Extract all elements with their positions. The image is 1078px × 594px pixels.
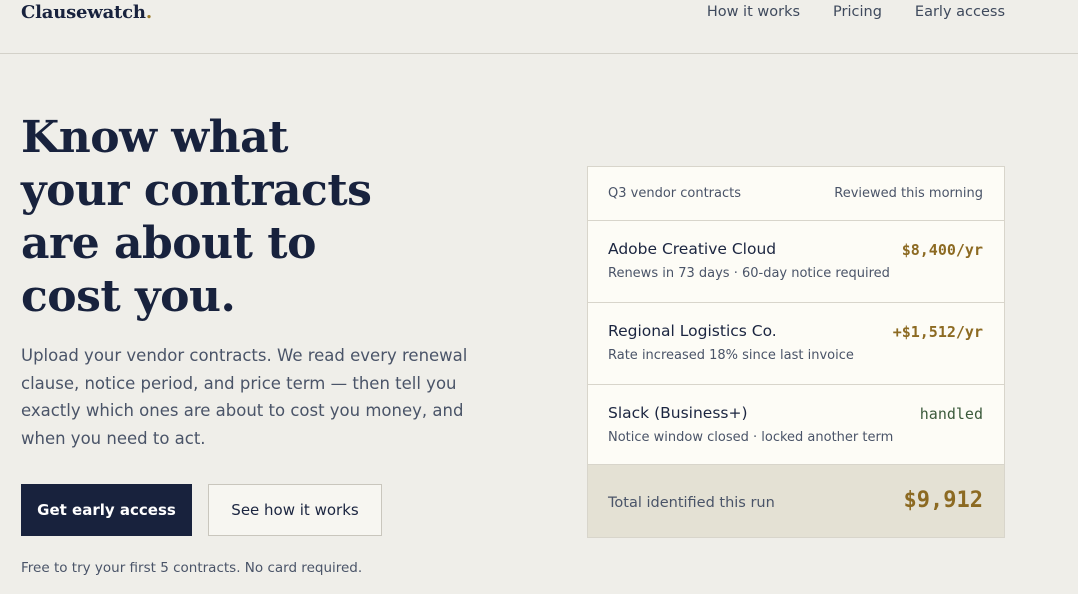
nav-link-early-access[interactable]: Early access [915, 4, 1005, 20]
contract-row: Slack (Business+) Notice window closed ·… [588, 385, 1004, 467]
headline-line: Know what [21, 112, 288, 163]
top-navigation-bar: Clausewatch. How it works Pricing Early … [0, 0, 1078, 54]
headline-line: cost you. [21, 271, 236, 322]
headline-line: your contracts [21, 165, 372, 216]
brand-name: Clausewatch [21, 2, 146, 23]
card-title: Q3 vendor contracts [608, 186, 742, 201]
headline-line: are about to [21, 218, 316, 269]
hero-headline: Know what your contracts are about to co… [21, 111, 481, 323]
contract-amount: $8,400/yr [901, 241, 983, 259]
contract-name: Slack (Business+) [608, 404, 748, 422]
contract-row: Adobe Creative Cloud Renews in 73 days ·… [588, 221, 1004, 303]
contracts-summary-card: Q3 vendor contracts Reviewed this mornin… [587, 166, 1005, 538]
contract-meta: Renews in 73 days · 60-day notice requir… [608, 266, 890, 281]
free-trial-note: Free to try your first 5 contracts. No c… [21, 560, 363, 576]
contract-row: Regional Logistics Co. Rate increased 18… [588, 303, 1004, 385]
total-value: $9,912 [903, 488, 983, 513]
get-early-access-button[interactable]: Get early access [21, 484, 192, 536]
review-status: Reviewed this morning [834, 186, 983, 201]
contract-meta: Rate increased 18% since last invoice [608, 348, 854, 363]
total-label: Total identified this run [608, 495, 775, 511]
nav-link-pricing[interactable]: Pricing [833, 4, 882, 20]
brand-logo[interactable]: Clausewatch. [21, 2, 152, 23]
card-header: Q3 vendor contracts Reviewed this mornin… [588, 167, 1004, 221]
nav-link-how-it-works[interactable]: How it works [707, 4, 800, 20]
contract-name: Regional Logistics Co. [608, 322, 777, 340]
contract-amount: +$1,512/yr [892, 323, 983, 341]
contract-name: Adobe Creative Cloud [608, 240, 777, 258]
brand-dot: . [145, 2, 152, 23]
main-nav: How it works Pricing Early access [707, 4, 1005, 20]
card-total-footer: Total identified this run $9,912 [588, 464, 1004, 537]
hero-description: Upload your vendor contracts. We read ev… [21, 346, 468, 448]
see-how-it-works-button[interactable]: See how it works [208, 484, 382, 536]
contract-status-handled: handled [919, 405, 983, 423]
contract-meta: Notice window closed · locked another te… [608, 430, 894, 445]
